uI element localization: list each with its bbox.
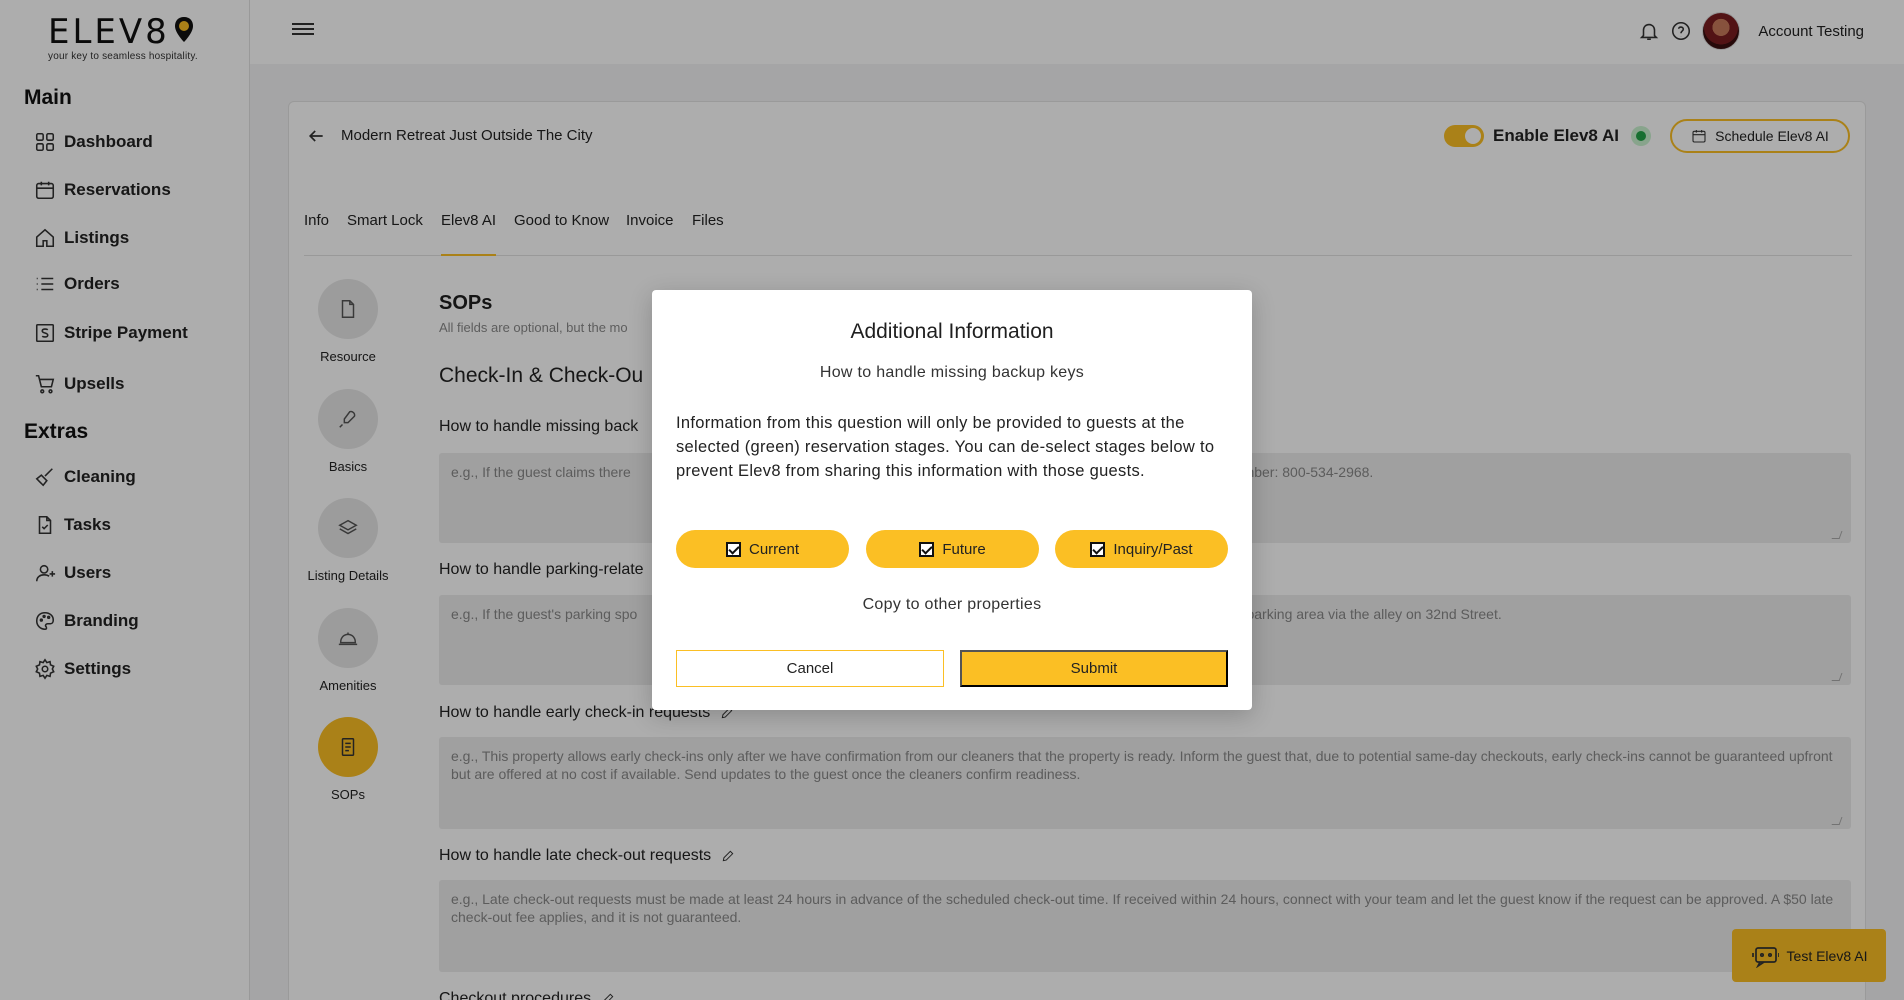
modal-description: Information from this question will only… xyxy=(676,414,1215,480)
checkbox-checked-icon xyxy=(1090,541,1106,557)
stage-label: Current xyxy=(748,540,800,558)
additional-info-modal: Additional Information How to handle mis… xyxy=(652,290,1252,710)
modal-question: How to handle missing backup keys xyxy=(819,364,1085,381)
checkbox-checked-icon xyxy=(919,541,935,557)
stage-inquiry-past-toggle[interactable]: Inquiry/Past xyxy=(1055,530,1228,568)
stage-label: Inquiry/Past xyxy=(1113,540,1193,558)
checkbox-checked-icon xyxy=(725,541,741,557)
submit-button[interactable]: Submit xyxy=(960,650,1228,687)
stage-label: Future xyxy=(942,540,986,558)
modal-title: Additional Information xyxy=(850,320,1054,343)
stage-current-toggle[interactable]: Current xyxy=(676,530,849,568)
stage-future-toggle[interactable]: Future xyxy=(866,530,1039,568)
cancel-button[interactable]: Cancel xyxy=(676,650,944,687)
copy-to-properties-link[interactable]: Copy to other properties xyxy=(652,596,1252,614)
